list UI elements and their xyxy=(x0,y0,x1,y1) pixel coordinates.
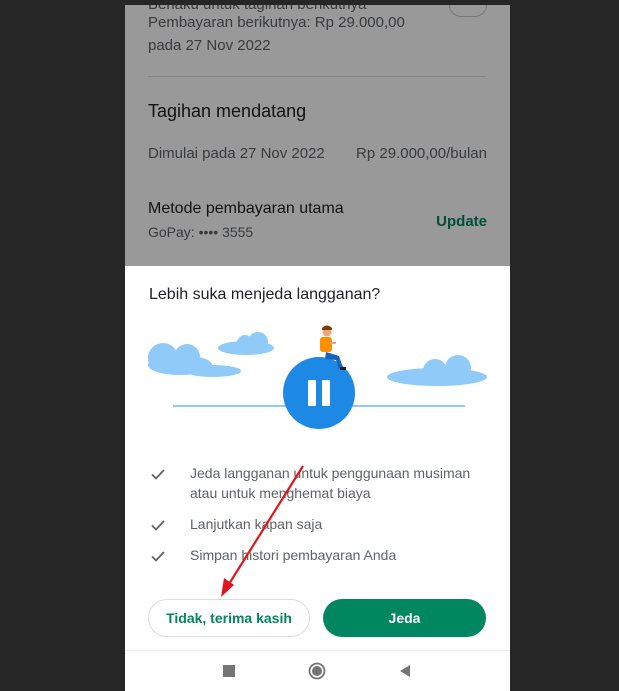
square-icon[interactable] xyxy=(220,662,238,680)
system-nav-bar xyxy=(125,650,510,691)
triangle-back-icon[interactable] xyxy=(396,662,414,680)
cloud-small xyxy=(218,332,274,355)
cloud-right xyxy=(387,355,487,386)
feature-text: Jeda langganan untuk penggunaan musiman xyxy=(190,465,471,481)
feature-item-resume: Lanjutkan kapan saja xyxy=(149,514,486,534)
feature-item-history: Simpan histori pembayaran Anda xyxy=(149,545,486,565)
feature-item-seasonal: Jeda langganan untuk penggunaan musiman … xyxy=(149,463,486,503)
feature-text: atau untuk menghemat biaya xyxy=(190,485,371,501)
sheet-title: Lebih suka menjeda langganan? xyxy=(149,286,381,303)
modal-scrim[interactable] xyxy=(125,5,510,266)
check-icon xyxy=(151,551,165,562)
pause-offer-sheet: Lebih suka menjeda langganan? Jeda langg… xyxy=(125,266,510,650)
feature-text: Simpan histori pembayaran Anda xyxy=(190,547,397,563)
check-icon xyxy=(151,469,165,480)
pause-illustration xyxy=(148,325,487,429)
decline-button[interactable]: Tidak, terima kasih xyxy=(148,599,310,637)
phone-screen: Berlaku untuk tagihan berikutnya Pembaya… xyxy=(125,5,510,691)
pause-button[interactable]: Jeda xyxy=(323,599,486,637)
check-icon xyxy=(151,520,165,531)
feature-text: Lanjutkan kapan saja xyxy=(190,516,323,532)
circle-icon[interactable] xyxy=(308,662,326,680)
